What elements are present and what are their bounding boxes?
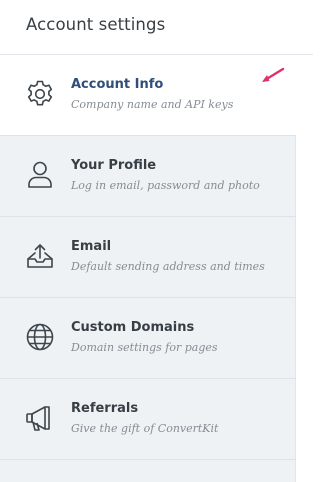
settings-sidebar: Account Info Company name and API keys Y… xyxy=(0,55,297,482)
globe-icon xyxy=(24,321,56,353)
inbox-upload-icon xyxy=(24,240,56,272)
user-icon xyxy=(24,159,56,191)
sidebar-item-custom-domains[interactable]: Custom Domains Domain settings for pages xyxy=(0,298,296,379)
gear-icon xyxy=(24,78,56,110)
sidebar-item-description: Log in email, password and photo xyxy=(71,179,260,192)
sidebar-item-description: Company name and API keys xyxy=(71,98,234,111)
content-gutter xyxy=(296,55,313,482)
sidebar-item-description: Give the gift of ConvertKit xyxy=(71,422,219,435)
megaphone-icon xyxy=(24,402,56,434)
sidebar-item-title: Email xyxy=(71,239,112,254)
sidebar-item-description: Default sending address and times xyxy=(71,260,265,273)
sidebar-item-email[interactable]: Email Default sending address and times xyxy=(0,217,296,298)
page-title: Account settings xyxy=(26,15,166,34)
sidebar-item-title: Custom Domains xyxy=(71,320,195,335)
sidebar-item-account-info[interactable]: Account Info Company name and API keys xyxy=(0,55,297,136)
annotation-arrow-icon xyxy=(258,66,286,86)
sidebar-item-your-profile[interactable]: Your Profile Log in email, password and … xyxy=(0,136,296,217)
settings-header: Account settings xyxy=(0,0,313,55)
sidebar-item-title: Account Info xyxy=(71,77,164,92)
sidebar-item-description: Domain settings for pages xyxy=(71,341,218,354)
sidebar-item-title: Referrals xyxy=(71,401,139,416)
sidebar-item-referrals[interactable]: Referrals Give the gift of ConvertKit xyxy=(0,379,296,460)
sidebar-item-title: Your Profile xyxy=(71,158,157,173)
